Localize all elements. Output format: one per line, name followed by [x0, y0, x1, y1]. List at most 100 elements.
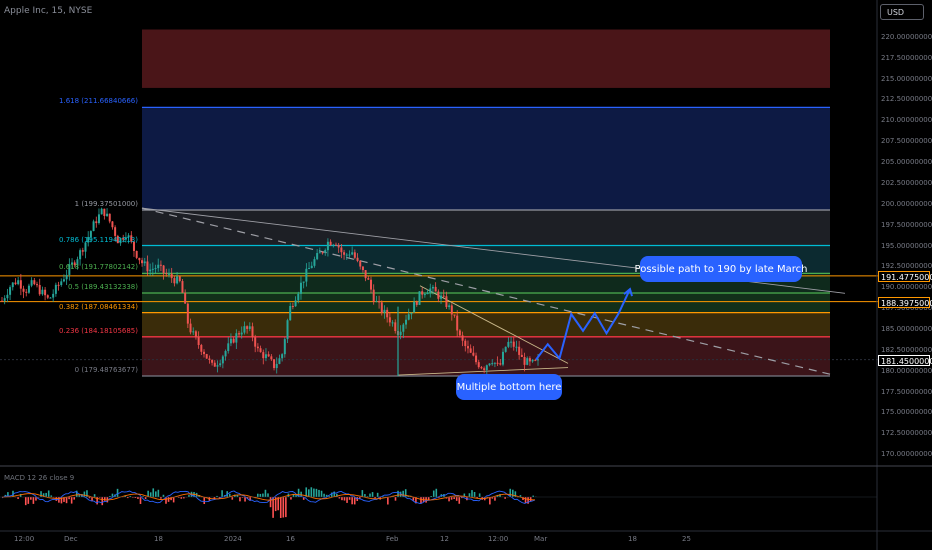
macd-histogram-bar [83, 491, 86, 497]
candle-body [27, 285, 30, 293]
candle-body [211, 359, 214, 363]
candle-body [19, 280, 22, 289]
candle-body [429, 288, 432, 293]
candle-body [157, 264, 160, 269]
macd-histogram-bar [152, 488, 155, 497]
macd-histogram-bar [387, 497, 389, 505]
macd-title: MACD 12 26 close 9 [4, 474, 75, 482]
macd-histogram-bar [45, 492, 47, 497]
candle-body [501, 351, 504, 365]
price-axis-tick: 170.00000000 [881, 450, 932, 459]
candle-body [448, 305, 451, 308]
candle-body [326, 241, 329, 251]
candle-body [219, 363, 222, 366]
candle-body [38, 284, 41, 295]
price-axis-tick: 210.00000000 [881, 116, 932, 125]
candle-body [534, 359, 537, 361]
candle-body [251, 326, 254, 338]
candle-body [46, 295, 49, 298]
candle-body [391, 322, 394, 324]
time-axis-tick: 18 [628, 535, 637, 543]
macd-histogram-bar [494, 497, 496, 501]
candle-body [394, 322, 397, 332]
candle-body [208, 358, 211, 360]
fib-label-0.618: 0.618 (191.77802142) [59, 263, 138, 272]
macd-histogram-bar [394, 497, 397, 501]
candle-body [485, 365, 488, 371]
macd-histogram-bar [471, 490, 473, 497]
macd-histogram-bar [30, 497, 32, 500]
candle-body [297, 293, 300, 301]
macd-histogram-bar [101, 497, 104, 506]
time-axis-tick: Mar [534, 535, 548, 543]
candle-body [289, 305, 292, 321]
candle-body [6, 294, 9, 299]
candle-body [176, 276, 179, 284]
candle-body [200, 344, 203, 352]
zone-rect-1 [142, 107, 830, 210]
candle-body [364, 270, 367, 279]
candle-body [332, 244, 335, 246]
macd-histogram-bar [149, 492, 152, 497]
macd-histogram-bar [455, 497, 458, 501]
candle-body [359, 260, 362, 267]
candle-body [421, 291, 424, 295]
candle-body [386, 309, 389, 318]
macd-histogram-bar [397, 490, 399, 497]
candle-body [9, 287, 12, 295]
time-axis-tick: 12 [440, 535, 449, 543]
candle-body [488, 363, 491, 366]
candle-body [11, 282, 14, 288]
candle-body [440, 295, 443, 299]
candle-body [334, 244, 337, 246]
macd-histogram-bar [139, 497, 142, 504]
price-tag-0: 191.47750000 [878, 270, 932, 282]
fib-label-0.5: 0.5 (189.43132338) [67, 283, 138, 291]
candle-body [224, 351, 227, 357]
candle-body [283, 339, 286, 355]
candle-body [291, 305, 294, 307]
time-axis-tick: 2024 [224, 535, 242, 543]
candle-body [92, 221, 95, 232]
candle-body [445, 296, 448, 308]
macd-histogram-bar [468, 493, 471, 497]
macd-histogram-bar [353, 497, 356, 505]
candle-body [531, 359, 534, 362]
candle-body [25, 291, 28, 293]
candle-body [181, 281, 184, 293]
candle-body [97, 214, 100, 224]
price-axis-tick: 190.00000000 [881, 283, 932, 292]
macd-histogram-bar [203, 497, 206, 505]
candle-body [337, 245, 340, 248]
candle-body [299, 282, 302, 294]
candle-body [243, 326, 246, 333]
currency-button[interactable]: USD [880, 4, 924, 20]
candle-body [510, 341, 513, 343]
macd-histogram-bar [269, 497, 272, 508]
candle-body [466, 346, 469, 349]
candle-body [186, 303, 189, 324]
candle-body [213, 362, 216, 367]
candle-body [33, 280, 36, 285]
candle-body [348, 254, 351, 256]
macd-histogram-bar [47, 490, 50, 497]
candle-body [512, 341, 515, 347]
macd-histogram-bar [157, 489, 160, 497]
chart-window: Apple Inc, 15, NYSE USD MACD 12 26 close… [0, 0, 932, 550]
candle-body [523, 357, 526, 365]
bottom-callout[interactable]: Multiple bottom here [456, 374, 562, 400]
candle-body [81, 250, 84, 252]
time-axis-tick: Feb [386, 535, 399, 543]
candle-body [399, 331, 402, 336]
path-callout[interactable]: Possible path to 190 by late March [635, 256, 807, 282]
macd-histogram-bar [310, 487, 313, 497]
candle-body [79, 250, 82, 260]
price-axis-tick: 200.00000000 [881, 199, 932, 208]
macd-histogram-bar [346, 497, 348, 503]
candle-body [259, 348, 262, 353]
candle-body [431, 286, 434, 289]
candle-body [30, 280, 33, 286]
candle-body [103, 208, 106, 216]
macd-histogram-bar [341, 497, 343, 501]
candle-body [351, 252, 354, 255]
